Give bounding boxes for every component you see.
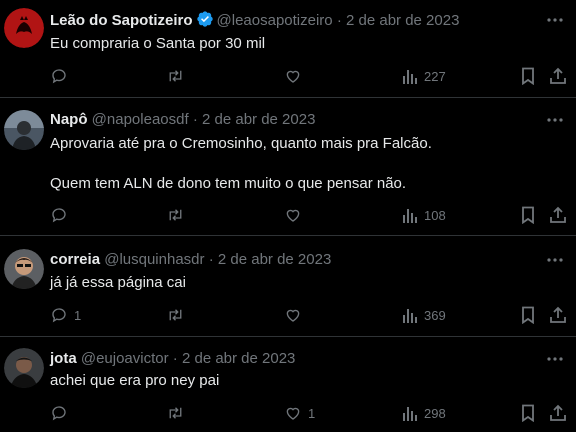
views-icon <box>402 404 418 422</box>
views-count: 227 <box>424 68 446 84</box>
reply-count: 1 <box>74 307 82 323</box>
reply-button[interactable] <box>50 66 74 86</box>
reply-icon <box>50 206 68 224</box>
bookmark-icon[interactable] <box>521 403 535 423</box>
tweet-date[interactable]: 2 de abr de 2023 <box>218 251 331 268</box>
tweet-actions: 108 <box>0 205 576 225</box>
views-count: 108 <box>424 207 446 223</box>
display-name[interactable]: Leão do Sapotizeiro <box>50 12 193 29</box>
like-button[interactable] <box>284 205 308 225</box>
retweet-button[interactable] <box>166 205 185 225</box>
reply-icon <box>50 306 68 324</box>
tweet-text: Aprovaria até pra o Cremosinho, quanto m… <box>50 135 432 192</box>
tweet-date[interactable]: 2 de abr de 2023 <box>202 111 315 128</box>
tweet-actions: 1 369 <box>0 305 576 325</box>
like-icon <box>284 404 302 422</box>
share-icon[interactable] <box>549 403 567 423</box>
tweet[interactable]: correia @lusquinhasdr · 2 de abr de 2023… <box>0 236 576 337</box>
tweet-text: Eu compraria o Santa por 30 mil <box>50 35 266 52</box>
separator: · <box>336 12 342 29</box>
avatar[interactable] <box>4 110 44 150</box>
separator: · <box>192 111 198 128</box>
retweet-icon <box>166 306 185 324</box>
tweet-date[interactable]: 2 de abr de 2023 <box>346 12 459 29</box>
like-icon <box>284 206 302 224</box>
tweet-actions: 227 <box>0 66 576 86</box>
reply-feed: Leão do Sapotizeiro @leaosapotizeiro · 2 … <box>0 0 576 432</box>
views-icon <box>402 67 418 85</box>
tweet-header: jota @eujoavictor · 2 de abr de 2023 <box>50 349 536 369</box>
reply-button[interactable] <box>50 403 74 423</box>
tweet[interactable]: jota @eujoavictor · 2 de abr de 2023 ach… <box>0 337 576 432</box>
like-button[interactable]: 1 <box>284 403 315 423</box>
reply-button[interactable] <box>50 205 74 225</box>
views-button[interactable]: 108 <box>402 205 446 225</box>
tweet[interactable]: Napô @napoleaosdf · 2 de abr de 2023 Apr… <box>0 98 576 236</box>
views-count: 298 <box>424 405 446 421</box>
tweet-text: já já essa página cai <box>50 274 186 291</box>
bookmark-icon[interactable] <box>521 66 535 86</box>
share-icon[interactable] <box>549 305 567 325</box>
separator: · <box>172 350 178 367</box>
views-count: 369 <box>424 307 446 323</box>
retweet-button[interactable] <box>166 66 185 86</box>
like-button[interactable] <box>284 66 308 86</box>
views-icon <box>402 206 418 224</box>
views-button[interactable]: 369 <box>402 305 446 325</box>
share-icon[interactable] <box>549 205 567 225</box>
bookmark-icon[interactable] <box>521 305 535 325</box>
user-handle[interactable]: @napoleaosdf <box>92 111 189 128</box>
tweet-header: correia @lusquinhasdr · 2 de abr de 2023 <box>50 250 536 270</box>
retweet-icon <box>166 67 185 85</box>
more-icon[interactable] <box>544 10 566 30</box>
tweet-header: Napô @napoleaosdf · 2 de abr de 2023 <box>50 110 536 130</box>
display-name[interactable]: jota <box>50 350 77 367</box>
reply-icon <box>50 67 68 85</box>
views-button[interactable]: 227 <box>402 66 446 86</box>
display-name[interactable]: correia <box>50 251 100 268</box>
user-handle[interactable]: @lusquinhasdr <box>104 251 204 268</box>
like-button[interactable] <box>284 305 308 325</box>
like-count: 1 <box>308 405 316 421</box>
retweet-button[interactable] <box>166 305 185 325</box>
user-handle[interactable]: @eujoavictor <box>81 350 169 367</box>
avatar[interactable] <box>4 249 44 289</box>
separator: · <box>208 251 214 268</box>
tweet-header: Leão do Sapotizeiro @leaosapotizeiro · 2 … <box>50 10 536 34</box>
tweet-text: achei que era pro ney pai <box>50 372 220 389</box>
retweet-icon <box>166 404 185 422</box>
bookmark-icon[interactable] <box>521 205 535 225</box>
retweet-button[interactable] <box>166 403 185 423</box>
avatar[interactable] <box>4 348 44 388</box>
user-handle[interactable]: @leaosapotizeiro <box>217 12 333 29</box>
reply-button[interactable]: 1 <box>50 305 81 325</box>
verified-badge-icon <box>196 10 214 34</box>
views-icon <box>402 306 418 324</box>
more-icon[interactable] <box>544 349 566 369</box>
share-icon[interactable] <box>549 66 567 86</box>
tweet[interactable]: Leão do Sapotizeiro @leaosapotizeiro · 2 … <box>0 0 576 98</box>
more-icon[interactable] <box>544 250 566 270</box>
views-button[interactable]: 298 <box>402 403 446 423</box>
retweet-icon <box>166 206 185 224</box>
more-icon[interactable] <box>544 110 566 130</box>
like-icon <box>284 67 302 85</box>
display-name[interactable]: Napô <box>50 111 88 128</box>
avatar[interactable] <box>4 8 44 48</box>
reply-icon <box>50 404 68 422</box>
tweet-date[interactable]: 2 de abr de 2023 <box>182 350 295 367</box>
like-icon <box>284 306 302 324</box>
tweet-actions: 1 298 <box>0 403 576 423</box>
